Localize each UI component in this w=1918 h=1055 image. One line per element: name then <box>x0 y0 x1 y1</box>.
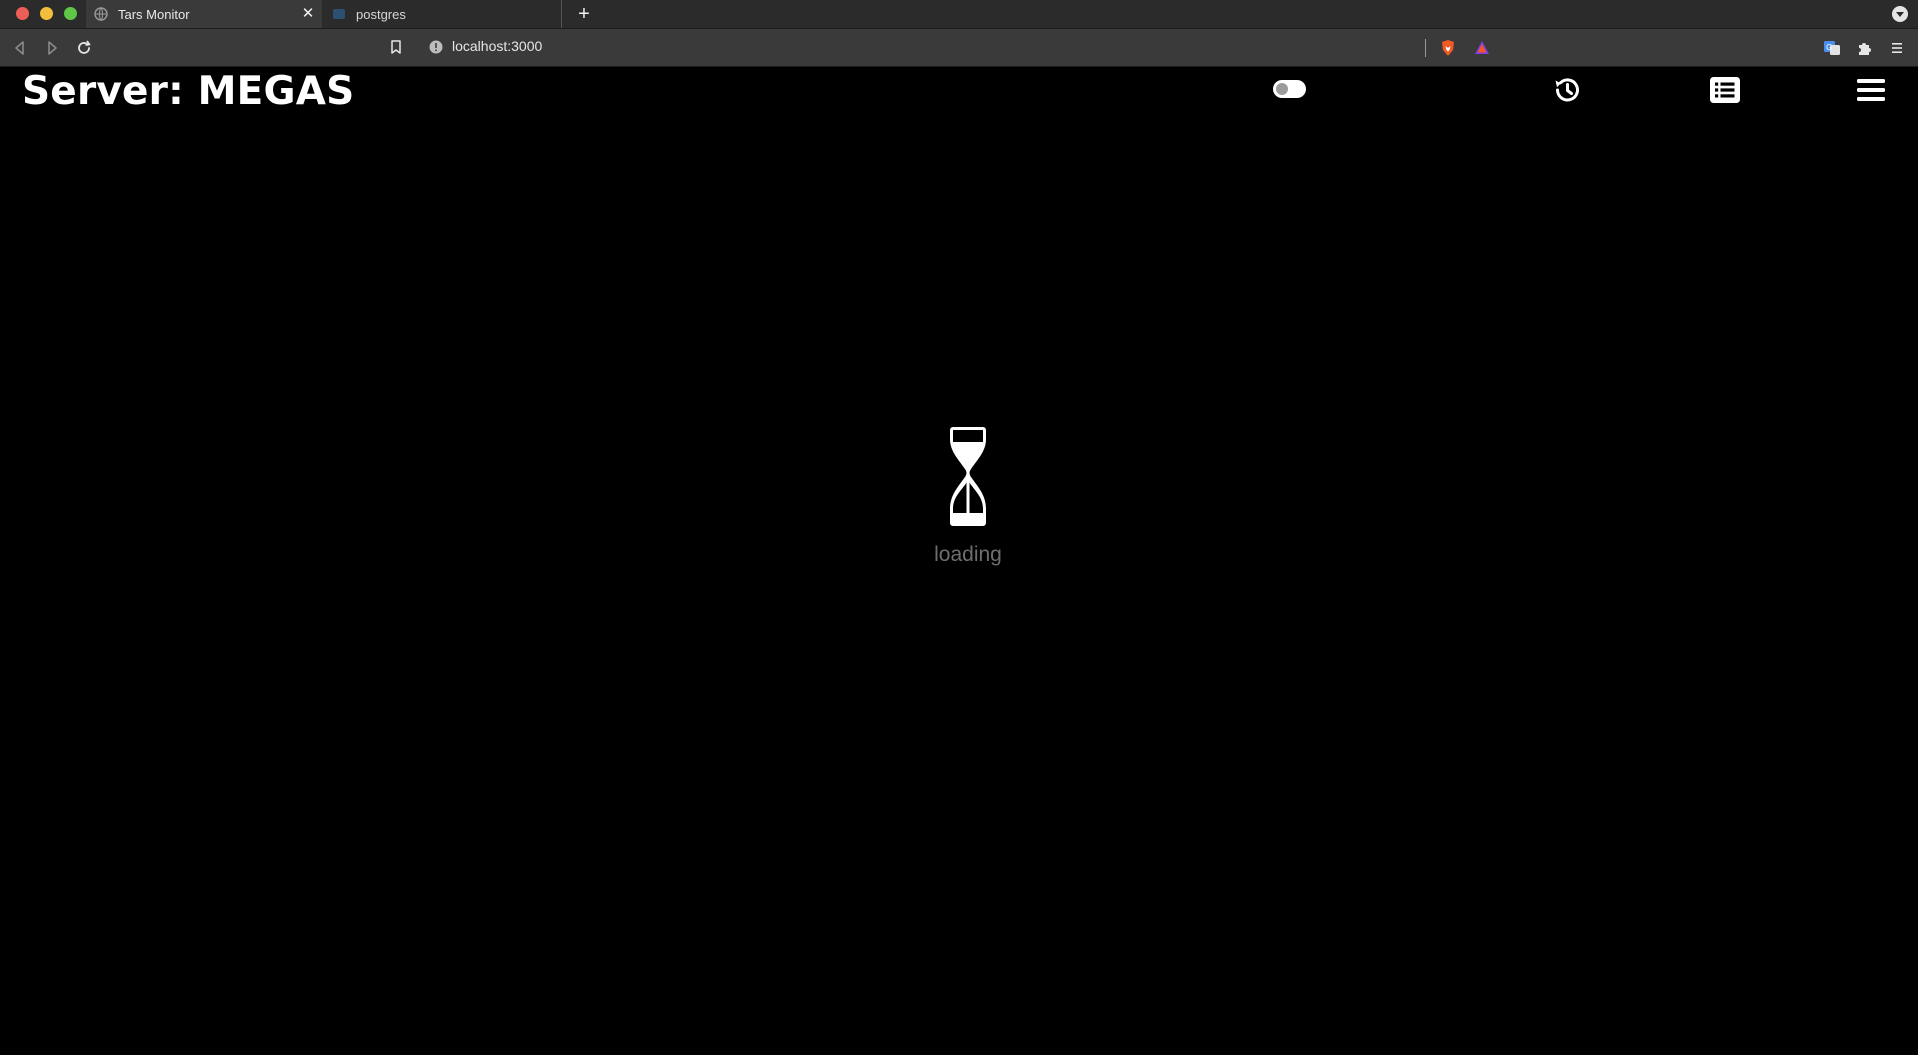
new-tab-button[interactable]: + <box>574 4 594 24</box>
postgres-favicon-icon <box>333 9 345 19</box>
translate-icon[interactable]: G <box>1822 38 1842 58</box>
reload-icon[interactable] <box>74 38 94 58</box>
address-bar-divider <box>1425 39 1426 57</box>
tab-title: postgres <box>356 6 406 22</box>
back-arrow-icon[interactable] <box>10 38 30 58</box>
svg-text:G: G <box>1826 43 1832 52</box>
address-bar[interactable]: localhost:3000 <box>376 34 1426 61</box>
browser-menu-icon[interactable] <box>1887 38 1907 58</box>
hourglass-icon <box>950 427 986 526</box>
tab-close-icon[interactable]: ✕ <box>300 6 316 22</box>
tab-title: Tars Monitor <box>118 6 190 22</box>
brave-rewards-icon[interactable] <box>1472 38 1492 58</box>
history-icon[interactable] <box>1551 74 1583 106</box>
tab-postgres[interactable]: postgres <box>324 0 562 28</box>
hamburger-menu-icon[interactable] <box>1855 74 1887 106</box>
forward-arrow-icon[interactable] <box>42 38 62 58</box>
list-icon[interactable] <box>1709 74 1741 106</box>
window-close-button[interactable] <box>16 7 29 20</box>
url-text: localhost:3000 <box>452 38 543 54</box>
browser-toolbar: localhost:3000 G <box>0 29 1918 67</box>
theme-toggle[interactable] <box>1273 80 1306 98</box>
loading-text: loading <box>934 543 1002 566</box>
window-zoom-button[interactable] <box>64 7 77 20</box>
window-minimize-button[interactable] <box>40 7 53 20</box>
tab-tars-monitor[interactable]: Tars Monitor ✕ <box>86 0 322 28</box>
tab-list-dropdown-icon[interactable] <box>1892 6 1908 22</box>
toggle-knob <box>1276 83 1288 95</box>
site-info-icon[interactable] <box>429 40 443 54</box>
brave-shields-icon[interactable] <box>1438 38 1458 58</box>
extensions-puzzle-icon[interactable] <box>1855 38 1875 58</box>
bookmark-icon[interactable] <box>388 39 404 55</box>
app-header: Server: MEGAS <box>0 67 1918 127</box>
globe-icon <box>94 7 108 21</box>
browser-tab-strip: Tars Monitor ✕ postgres + <box>0 0 1918 29</box>
page-title: Server: MEGAS <box>22 69 355 114</box>
loading-indicator: loading <box>918 425 1018 567</box>
